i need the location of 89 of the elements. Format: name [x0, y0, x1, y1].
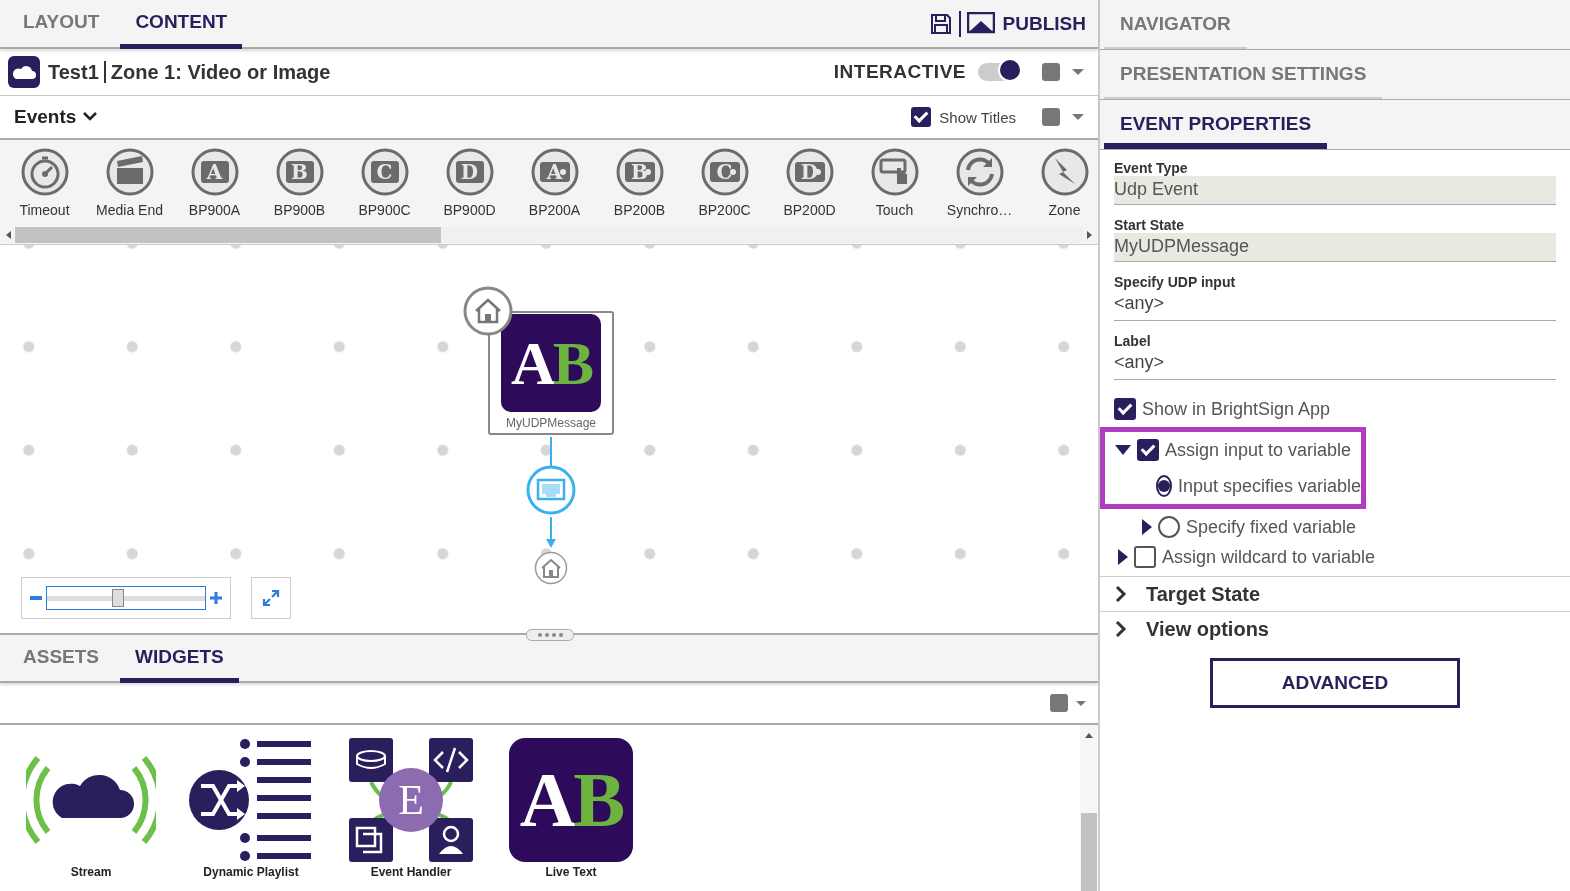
keypad-icon: A — [190, 148, 239, 196]
events-dropdown[interactable]: Events — [14, 106, 99, 128]
text-logo: AB — [509, 738, 633, 862]
advanced-button[interactable]: ADVANCED — [1210, 658, 1460, 708]
tab[interactable]: LAYOUT — [8, 0, 115, 49]
field-label: Specify UDP input — [1114, 274, 1237, 290]
caret-down-icon[interactable] — [1115, 445, 1131, 455]
section-header[interactable]: Target State — [1100, 576, 1570, 611]
field-label: Event Type — [1114, 160, 1189, 176]
cloud-icon — [8, 56, 40, 88]
field-label: Label — [1114, 333, 1152, 349]
event-type-item[interactable]: B BP200B — [597, 148, 682, 226]
scrollbar-thumb[interactable] — [1081, 813, 1097, 891]
connector-line — [549, 437, 553, 467]
input-field: Udp Event — [1114, 176, 1556, 205]
keypad-icon: D — [785, 148, 834, 196]
save-icon[interactable] — [928, 11, 953, 36]
text-logo: AB — [501, 314, 601, 412]
touch-icon — [870, 148, 919, 196]
home-icon — [463, 286, 513, 336]
event-type-item[interactable]: Media End — [87, 148, 172, 226]
section-header[interactable]: View options — [1100, 611, 1570, 646]
checkbox[interactable] — [911, 107, 932, 127]
home-icon — [534, 551, 568, 585]
event-type-item[interactable]: C BP900C — [342, 148, 427, 226]
input-field[interactable]: <any> — [1114, 349, 1556, 380]
project-name: Test1 — [48, 60, 99, 84]
mode-label: INTERACTIVE — [833, 61, 966, 83]
option-label: Show in BrightSign App — [1142, 398, 1331, 420]
zone-title: Zone 1: Video or Image — [110, 60, 331, 84]
chevron-down-icon — [82, 111, 99, 123]
keypad-icon: D — [445, 148, 494, 196]
publish-button[interactable]: PUBLISH — [966, 11, 1086, 36]
stopwatch-icon — [20, 148, 69, 196]
event-type-item[interactable]: Zone — [1022, 148, 1098, 226]
tab[interactable]: CONTENT — [120, 0, 243, 49]
view-dropdown[interactable] — [1050, 693, 1088, 713]
state-node[interactable]: AB MyUDPMessage — [488, 311, 614, 435]
caret-right-icon[interactable] — [1118, 549, 1128, 565]
caret-right-icon[interactable] — [1142, 519, 1152, 535]
radio-button[interactable] — [1158, 516, 1180, 538]
sync-icon — [955, 148, 1004, 196]
event-type-item[interactable]: B BP900B — [257, 148, 342, 226]
radio-button[interactable] — [1155, 475, 1172, 497]
widget-item[interactable]: E Event Handler — [348, 737, 474, 891]
arrow — [545, 517, 557, 549]
keypad-icon: A — [530, 148, 579, 196]
option-label: Input specifies variable — [1177, 475, 1361, 497]
resize-handle[interactable] — [526, 629, 574, 641]
event-type-item[interactable]: A BP200A — [512, 148, 597, 226]
widget-item[interactable]: Stream — [28, 737, 154, 891]
option-label: Specify fixed variable — [1186, 516, 1357, 538]
clapperboard-icon — [105, 148, 154, 196]
zoom-slider[interactable] — [46, 586, 206, 610]
checkbox-label: Show Titles — [939, 108, 1016, 126]
event-type-item[interactable]: Synchro… — [937, 148, 1022, 226]
tab[interactable]: WIDGETS — [120, 635, 239, 683]
event-type-item[interactable]: Touch — [852, 148, 937, 226]
expand-icon — [262, 589, 280, 607]
zoom-in-icon[interactable] — [210, 592, 222, 604]
fit-button[interactable] — [251, 577, 291, 619]
tab[interactable]: ASSETS — [8, 635, 115, 683]
event-type-item[interactable]: A BP900A — [172, 148, 257, 226]
event-type-item[interactable]: C BP200C — [682, 148, 767, 226]
keypad-icon: B — [615, 148, 664, 196]
network-port-icon — [525, 464, 577, 516]
input-field: MyUDPMessage — [1114, 233, 1556, 262]
keypad-icon: C — [360, 148, 409, 196]
event-type-item[interactable]: D BP900D — [427, 148, 512, 226]
shuffle-list-icon — [189, 738, 313, 862]
event-type-item[interactable]: D BP200D — [767, 148, 852, 226]
event-type-item[interactable]: Timeout — [2, 148, 87, 226]
option-label: Assign wildcard to variable — [1162, 546, 1376, 568]
checkbox[interactable] — [1134, 546, 1156, 568]
keypad-icon: B — [275, 148, 324, 196]
field-label: Start State — [1114, 217, 1186, 233]
checkbox[interactable] — [1114, 398, 1136, 420]
scrollbar-thumb[interactable] — [15, 227, 441, 243]
option-label: Assign input to variable — [1165, 439, 1352, 461]
checkbox[interactable] — [1137, 439, 1159, 461]
scroll-right-arrow[interactable] — [1087, 231, 1092, 239]
monitor-icon — [966, 11, 995, 36]
widget-item[interactable]: AB Live Text — [508, 737, 634, 891]
slider-thumb[interactable] — [112, 589, 125, 607]
widget-item[interactable]: Dynamic Playlist — [188, 737, 314, 891]
input-field[interactable]: <any> — [1114, 290, 1556, 321]
keypad-icon: C — [700, 148, 749, 196]
scroll-up-arrow[interactable] — [1084, 731, 1094, 739]
zone-icon — [1040, 148, 1089, 196]
